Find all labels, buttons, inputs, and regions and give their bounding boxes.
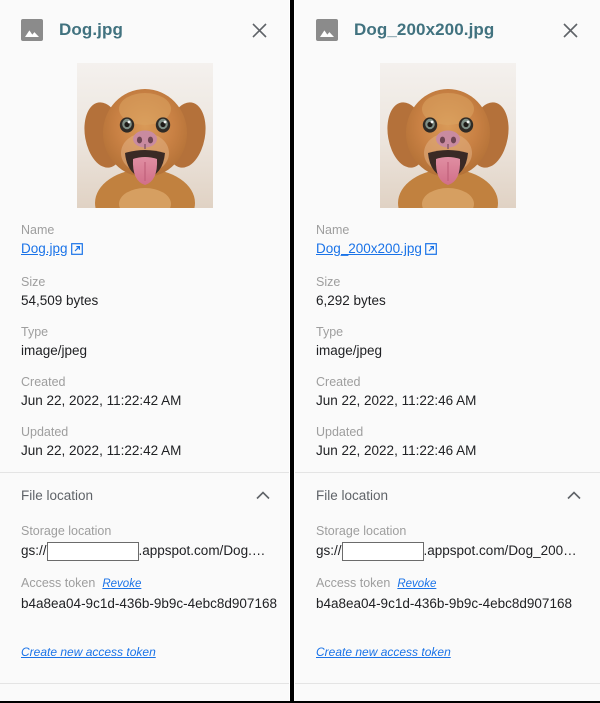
access-token-label: Access token xyxy=(21,576,96,590)
metadata-label: Type xyxy=(316,325,344,339)
dog-photo-thumbnail xyxy=(379,62,516,208)
metadata-row-created: Created Jun 22, 2022, 11:22:42 AM xyxy=(21,374,268,410)
access-token-label-row: Access token Revoke xyxy=(316,575,579,593)
preview-thumbnail-wrap xyxy=(0,60,289,210)
metadata-value: Jun 22, 2022, 11:22:46 AM xyxy=(316,443,477,458)
access-token-row: Access token Revoke b4a8ea04-9c1d-436b-9… xyxy=(21,575,277,613)
metadata-row-updated: Updated Jun 22, 2022, 11:22:46 AM xyxy=(316,424,579,460)
storage-location-value: gs:// .appspot.com/Dog.jpg xyxy=(21,541,268,561)
metadata-value: Jun 22, 2022, 11:22:42 AM xyxy=(21,393,182,408)
redacted-bucket-name xyxy=(46,541,139,561)
metadata-row-updated: Updated Jun 22, 2022, 11:22:42 AM xyxy=(21,424,268,460)
image-file-icon xyxy=(21,19,43,41)
metadata-list: Name Dog_200x200.jpg Size 6,292 bytes Ty… xyxy=(295,210,600,460)
metadata-row-name: Name Dog_200x200.jpg xyxy=(316,222,579,260)
metadata-row-size: Size 6,292 bytes xyxy=(316,274,579,310)
preview-thumbnail-wrap xyxy=(295,60,600,210)
file-detail-panel-left: Dog.jpg Name Dog.jpg Size 54,509 bytes T… xyxy=(0,0,289,703)
storage-location-row: Storage location gs:// .appspot.com/Dog_… xyxy=(316,523,579,561)
metadata-value: image/jpeg xyxy=(21,343,88,358)
file-location-section-body: Storage location gs:// .appspot.com/Dog.… xyxy=(0,517,289,661)
metadata-value: Jun 22, 2022, 11:22:46 AM xyxy=(316,393,477,408)
metadata-label: Type xyxy=(21,325,49,339)
metadata-label: Created xyxy=(316,375,361,389)
metadata-label: Updated xyxy=(316,425,364,439)
access-token-value: b4a8ea04-9c1d-436b-9b9c-4ebc8d907168 xyxy=(316,596,572,611)
dog-photo-thumbnail xyxy=(76,62,213,208)
file-location-section-body: Storage location gs:// .appspot.com/Dog_… xyxy=(295,517,600,661)
storage-location-value: gs:// .appspot.com/Dog_200… xyxy=(316,541,579,561)
metadata-value: Dog_200x200.jpg xyxy=(316,240,579,260)
create-new-access-token-link[interactable]: Create new access token xyxy=(21,645,156,659)
metadata-label: Updated xyxy=(21,425,69,439)
page-title: Dog_200x200.jpg xyxy=(354,20,495,39)
storage-prefix: gs:// xyxy=(316,543,342,558)
metadata-value: Jun 22, 2022, 11:22:42 AM xyxy=(21,443,182,458)
close-icon[interactable] xyxy=(245,16,273,44)
metadata-label: Size xyxy=(316,275,341,289)
metadata-row-type: Type image/jpeg xyxy=(316,324,579,360)
close-icon[interactable] xyxy=(556,16,584,44)
section-title: File location xyxy=(21,487,94,503)
open-in-new-icon[interactable] xyxy=(70,242,83,260)
metadata-label: Name xyxy=(21,223,55,237)
panel-header: Dog_200x200.jpg xyxy=(295,0,600,60)
file-location-section-header[interactable]: File location xyxy=(0,473,289,517)
file-name-link[interactable]: Dog_200x200.jpg xyxy=(316,241,422,256)
storage-prefix: gs:// xyxy=(21,543,47,558)
revoke-token-link[interactable]: Revoke xyxy=(102,578,141,590)
metadata-value: image/jpeg xyxy=(316,343,383,358)
access-token-value: b4a8ea04-9c1d-436b-9b9c-4ebc8d907168 xyxy=(21,596,277,611)
metadata-row-created: Created Jun 22, 2022, 11:22:46 AM xyxy=(316,374,579,410)
file-location-section-header[interactable]: File location xyxy=(295,473,600,517)
chevron-up-icon[interactable] xyxy=(564,485,584,505)
access-token-row: Access token Revoke b4a8ea04-9c1d-436b-9… xyxy=(316,575,579,613)
metadata-label: Name xyxy=(316,223,350,237)
revoke-token-link[interactable]: Revoke xyxy=(397,578,436,590)
storage-location-row: Storage location gs:// .appspot.com/Dog.… xyxy=(21,523,268,561)
metadata-list: Name Dog.jpg Size 54,509 bytes Type imag… xyxy=(0,210,289,460)
metadata-value: 54,509 bytes xyxy=(21,293,99,308)
storage-suffix: .appspot.com/Dog.jpg xyxy=(138,543,268,558)
image-file-icon xyxy=(316,19,338,41)
metadata-label: Created xyxy=(21,375,66,389)
metadata-label: Size xyxy=(21,275,46,289)
panel-header: Dog.jpg xyxy=(0,0,289,60)
metadata-row-type: Type image/jpeg xyxy=(21,324,268,360)
file-name-link[interactable]: Dog.jpg xyxy=(21,241,68,256)
open-in-new-icon[interactable] xyxy=(424,242,437,260)
file-detail-comparison: Dog.jpg Name Dog.jpg Size 54,509 bytes T… xyxy=(0,0,600,703)
file-detail-panel-right: Dog_200x200.jpg Name Dog_200x200.jpg Siz… xyxy=(295,0,600,703)
metadata-row-name: Name Dog.jpg xyxy=(21,222,268,260)
storage-location-label: Storage location xyxy=(21,524,112,538)
storage-location-label: Storage location xyxy=(316,524,407,538)
chevron-up-icon[interactable] xyxy=(253,485,273,505)
metadata-value: Dog.jpg xyxy=(21,240,268,260)
metadata-row-size: Size 54,509 bytes xyxy=(21,274,268,310)
create-new-access-token-link[interactable]: Create new access token xyxy=(316,645,451,659)
redacted-bucket-name xyxy=(341,541,424,561)
page-title: Dog.jpg xyxy=(59,20,123,39)
access-token-label: Access token xyxy=(316,576,391,590)
section-title: File location xyxy=(316,487,389,503)
storage-suffix: .appspot.com/Dog_200… xyxy=(423,543,577,558)
metadata-value: 6,292 bytes xyxy=(316,293,386,308)
access-token-label-row: Access token Revoke xyxy=(21,575,268,593)
